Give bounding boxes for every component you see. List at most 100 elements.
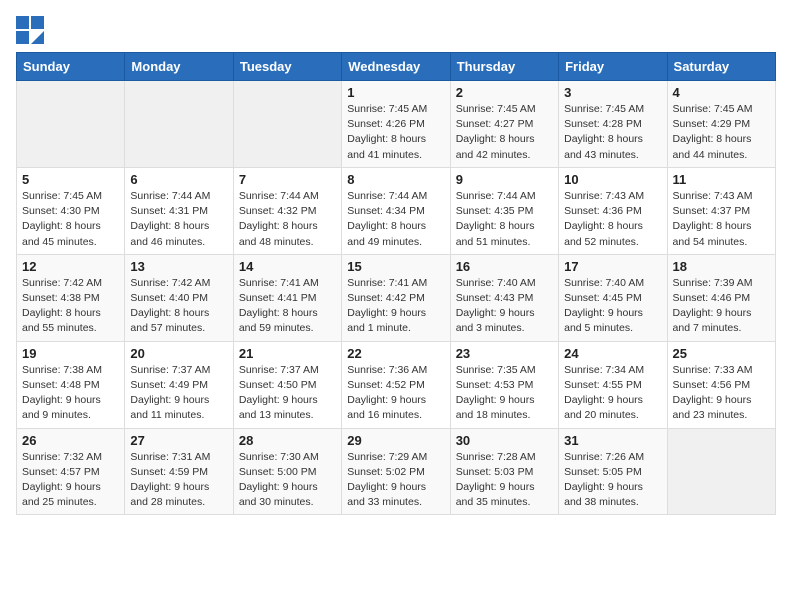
weekday-header-friday: Friday bbox=[559, 53, 667, 81]
day-number: 4 bbox=[673, 85, 770, 100]
day-info: Sunrise: 7:36 AM Sunset: 4:52 PM Dayligh… bbox=[347, 363, 444, 424]
calendar-cell: 25 Sunrise: 7:33 AM Sunset: 4:56 PM Dayli… bbox=[667, 341, 775, 428]
calendar-cell: 9 Sunrise: 7:44 AM Sunset: 4:35 PM Daylig… bbox=[450, 167, 558, 254]
calendar-cell: 28 Sunrise: 7:30 AM Sunset: 5:00 PM Dayli… bbox=[233, 428, 341, 515]
day-number: 19 bbox=[22, 346, 119, 361]
day-info: Sunrise: 7:45 AM Sunset: 4:26 PM Dayligh… bbox=[347, 102, 444, 163]
day-number: 10 bbox=[564, 172, 661, 187]
calendar-cell bbox=[233, 81, 341, 168]
calendar-cell bbox=[17, 81, 125, 168]
day-info: Sunrise: 7:37 AM Sunset: 4:50 PM Dayligh… bbox=[239, 363, 336, 424]
day-number: 22 bbox=[347, 346, 444, 361]
weekday-header-sunday: Sunday bbox=[17, 53, 125, 81]
day-number: 29 bbox=[347, 433, 444, 448]
calendar-cell: 18 Sunrise: 7:39 AM Sunset: 4:46 PM Dayli… bbox=[667, 254, 775, 341]
calendar-cell bbox=[667, 428, 775, 515]
day-number: 5 bbox=[22, 172, 119, 187]
calendar-cell: 20Sunrise: 7:37 AM Sunset: 4:49 PM Dayli… bbox=[125, 341, 233, 428]
day-number: 16 bbox=[456, 259, 553, 274]
calendar-cell bbox=[125, 81, 233, 168]
calendar-cell: 2 Sunrise: 7:45 AM Sunset: 4:27 PM Daylig… bbox=[450, 81, 558, 168]
calendar-cell: 4 Sunrise: 7:45 AM Sunset: 4:29 PM Daylig… bbox=[667, 81, 775, 168]
day-info: Sunrise: 7:30 AM Sunset: 5:00 PM Dayligh… bbox=[239, 450, 336, 511]
day-info: Sunrise: 7:42 AM Sunset: 4:38 PM Dayligh… bbox=[22, 276, 119, 337]
page-header bbox=[16, 16, 776, 44]
day-number: 26 bbox=[22, 433, 119, 448]
calendar-header-row: SundayMondayTuesdayWednesdayThursdayFrid… bbox=[17, 53, 776, 81]
day-info: Sunrise: 7:40 AM Sunset: 4:43 PM Dayligh… bbox=[456, 276, 553, 337]
day-number: 12 bbox=[22, 259, 119, 274]
day-info: Sunrise: 7:43 AM Sunset: 4:37 PM Dayligh… bbox=[673, 189, 770, 250]
calendar-cell: 19Sunrise: 7:38 AM Sunset: 4:48 PM Dayli… bbox=[17, 341, 125, 428]
logo-icon bbox=[16, 16, 44, 44]
day-number: 3 bbox=[564, 85, 661, 100]
day-info: Sunrise: 7:41 AM Sunset: 4:41 PM Dayligh… bbox=[239, 276, 336, 337]
calendar-cell: 26 Sunrise: 7:32 AM Sunset: 4:57 PM Dayli… bbox=[17, 428, 125, 515]
calendar-cell: 29Sunrise: 7:29 AM Sunset: 5:02 PM Dayli… bbox=[342, 428, 450, 515]
calendar-cell: 17 Sunrise: 7:40 AM Sunset: 4:45 PM Dayli… bbox=[559, 254, 667, 341]
day-info: Sunrise: 7:26 AM Sunset: 5:05 PM Dayligh… bbox=[564, 450, 661, 511]
calendar-cell: 11 Sunrise: 7:43 AM Sunset: 4:37 PM Dayli… bbox=[667, 167, 775, 254]
day-info: Sunrise: 7:41 AM Sunset: 4:42 PM Dayligh… bbox=[347, 276, 444, 337]
day-number: 13 bbox=[130, 259, 227, 274]
calendar-cell: 15 Sunrise: 7:41 AM Sunset: 4:42 PM Dayli… bbox=[342, 254, 450, 341]
weekday-header-thursday: Thursday bbox=[450, 53, 558, 81]
day-info: Sunrise: 7:37 AM Sunset: 4:49 PM Dayligh… bbox=[130, 363, 227, 424]
calendar-cell: 3 Sunrise: 7:45 AM Sunset: 4:28 PM Daylig… bbox=[559, 81, 667, 168]
weekday-header-tuesday: Tuesday bbox=[233, 53, 341, 81]
day-number: 18 bbox=[673, 259, 770, 274]
day-info: Sunrise: 7:44 AM Sunset: 4:34 PM Dayligh… bbox=[347, 189, 444, 250]
day-number: 21 bbox=[239, 346, 336, 361]
calendar-cell: 21 Sunrise: 7:37 AM Sunset: 4:50 PM Dayli… bbox=[233, 341, 341, 428]
calendar-cell: 14Sunrise: 7:41 AM Sunset: 4:41 PM Dayli… bbox=[233, 254, 341, 341]
day-info: Sunrise: 7:44 AM Sunset: 4:32 PM Dayligh… bbox=[239, 189, 336, 250]
calendar-cell: 10 Sunrise: 7:43 AM Sunset: 4:36 PM Dayli… bbox=[559, 167, 667, 254]
calendar-week-row: 1Sunrise: 7:45 AM Sunset: 4:26 PM Daylig… bbox=[17, 81, 776, 168]
day-info: Sunrise: 7:43 AM Sunset: 4:36 PM Dayligh… bbox=[564, 189, 661, 250]
day-number: 9 bbox=[456, 172, 553, 187]
weekday-header-monday: Monday bbox=[125, 53, 233, 81]
weekday-header-saturday: Saturday bbox=[667, 53, 775, 81]
calendar-cell: 22 Sunrise: 7:36 AM Sunset: 4:52 PM Dayli… bbox=[342, 341, 450, 428]
day-info: Sunrise: 7:45 AM Sunset: 4:29 PM Dayligh… bbox=[673, 102, 770, 163]
day-info: Sunrise: 7:40 AM Sunset: 4:45 PM Dayligh… bbox=[564, 276, 661, 337]
calendar-cell: 12 Sunrise: 7:42 AM Sunset: 4:38 PM Dayli… bbox=[17, 254, 125, 341]
calendar-cell: 23Sunrise: 7:35 AM Sunset: 4:53 PM Dayli… bbox=[450, 341, 558, 428]
day-info: Sunrise: 7:45 AM Sunset: 4:27 PM Dayligh… bbox=[456, 102, 553, 163]
day-number: 27 bbox=[130, 433, 227, 448]
calendar-week-row: 26 Sunrise: 7:32 AM Sunset: 4:57 PM Dayli… bbox=[17, 428, 776, 515]
day-info: Sunrise: 7:45 AM Sunset: 4:28 PM Dayligh… bbox=[564, 102, 661, 163]
calendar-week-row: 19Sunrise: 7:38 AM Sunset: 4:48 PM Dayli… bbox=[17, 341, 776, 428]
calendar-cell: 16 Sunrise: 7:40 AM Sunset: 4:43 PM Dayli… bbox=[450, 254, 558, 341]
calendar-cell: 13 Sunrise: 7:42 AM Sunset: 4:40 PM Dayli… bbox=[125, 254, 233, 341]
day-number: 17 bbox=[564, 259, 661, 274]
calendar-cell: 24Sunrise: 7:34 AM Sunset: 4:55 PM Dayli… bbox=[559, 341, 667, 428]
day-info: Sunrise: 7:35 AM Sunset: 4:53 PM Dayligh… bbox=[456, 363, 553, 424]
day-number: 2 bbox=[456, 85, 553, 100]
calendar-cell: 8 Sunrise: 7:44 AM Sunset: 4:34 PM Daylig… bbox=[342, 167, 450, 254]
day-number: 31 bbox=[564, 433, 661, 448]
day-number: 25 bbox=[673, 346, 770, 361]
weekday-header-wednesday: Wednesday bbox=[342, 53, 450, 81]
logo bbox=[16, 16, 46, 44]
day-number: 15 bbox=[347, 259, 444, 274]
day-info: Sunrise: 7:28 AM Sunset: 5:03 PM Dayligh… bbox=[456, 450, 553, 511]
day-number: 28 bbox=[239, 433, 336, 448]
day-number: 8 bbox=[347, 172, 444, 187]
day-number: 24 bbox=[564, 346, 661, 361]
calendar-cell: 6 Sunrise: 7:44 AM Sunset: 4:31 PM Daylig… bbox=[125, 167, 233, 254]
day-number: 11 bbox=[673, 172, 770, 187]
day-info: Sunrise: 7:44 AM Sunset: 4:31 PM Dayligh… bbox=[130, 189, 227, 250]
calendar-cell: 1Sunrise: 7:45 AM Sunset: 4:26 PM Daylig… bbox=[342, 81, 450, 168]
day-info: Sunrise: 7:44 AM Sunset: 4:35 PM Dayligh… bbox=[456, 189, 553, 250]
calendar-table: SundayMondayTuesdayWednesdayThursdayFrid… bbox=[16, 52, 776, 515]
day-info: Sunrise: 7:42 AM Sunset: 4:40 PM Dayligh… bbox=[130, 276, 227, 337]
day-info: Sunrise: 7:33 AM Sunset: 4:56 PM Dayligh… bbox=[673, 363, 770, 424]
day-number: 6 bbox=[130, 172, 227, 187]
calendar-cell: 5Sunrise: 7:45 AM Sunset: 4:30 PM Daylig… bbox=[17, 167, 125, 254]
calendar-cell: 27Sunrise: 7:31 AM Sunset: 4:59 PM Dayli… bbox=[125, 428, 233, 515]
day-info: Sunrise: 7:39 AM Sunset: 4:46 PM Dayligh… bbox=[673, 276, 770, 337]
day-number: 30 bbox=[456, 433, 553, 448]
calendar-week-row: 12 Sunrise: 7:42 AM Sunset: 4:38 PM Dayli… bbox=[17, 254, 776, 341]
day-info: Sunrise: 7:32 AM Sunset: 4:57 PM Dayligh… bbox=[22, 450, 119, 511]
